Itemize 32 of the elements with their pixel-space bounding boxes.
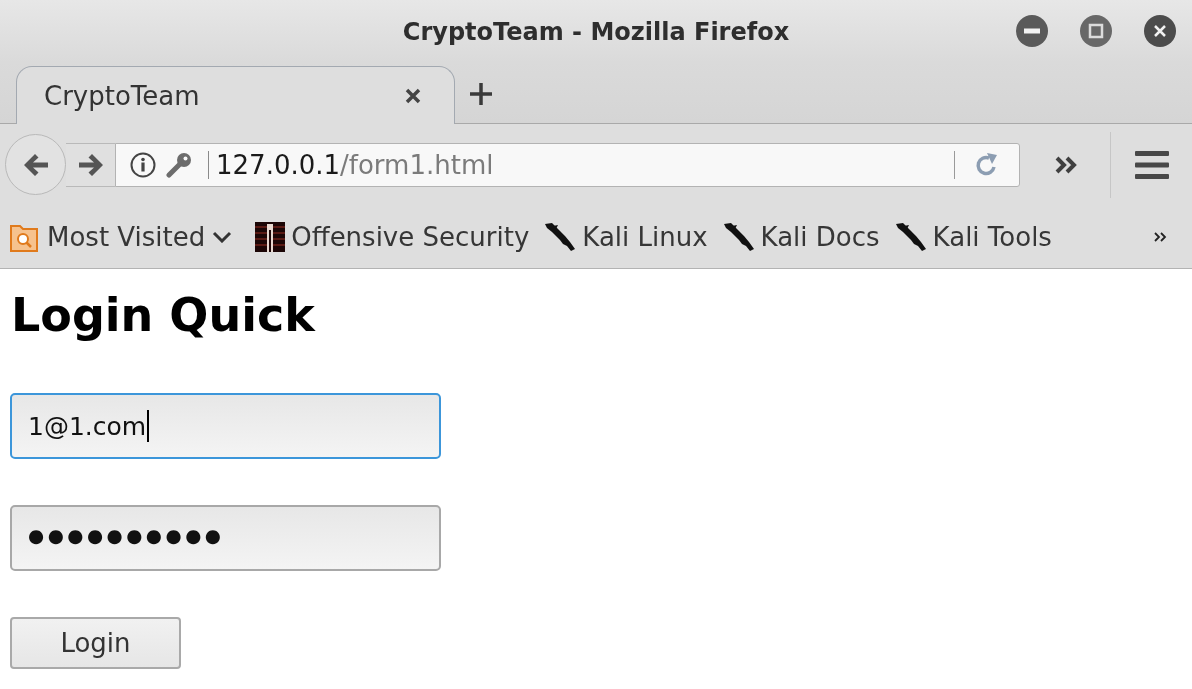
page-heading: Login Quick [11, 289, 315, 342]
reload-icon[interactable] [975, 152, 999, 177]
password-field[interactable]: ●●●●●●●●●● [10, 505, 441, 571]
blade-icon [544, 221, 577, 252]
url-field[interactable]: 127.0.0.1/form1.html [115, 142, 1020, 187]
bookmark-item[interactable]: Most Visited [10, 221, 233, 252]
forward-button[interactable] [66, 142, 115, 187]
double-chevron-icon[interactable] [1154, 231, 1167, 242]
minimize-icon[interactable] [1016, 15, 1048, 47]
url-text: 127.0.0.1/form1.html [216, 149, 495, 180]
plus-icon[interactable] [469, 82, 493, 106]
close-icon[interactable] [1144, 15, 1176, 47]
chevron-down-icon [212, 230, 233, 243]
bookmark-item[interactable]: Kali Tools [894, 221, 1052, 252]
login-button[interactable]: Login [10, 617, 181, 669]
key-icon[interactable] [166, 151, 192, 178]
bookmark-item[interactable]: Offensive Security [255, 221, 530, 252]
blade-icon [894, 221, 927, 252]
window-title: CryptoTeam - Mozilla Firefox [402, 18, 790, 46]
menu-icon[interactable] [1135, 150, 1169, 179]
double-chevron-icon[interactable] [1055, 155, 1079, 174]
close-icon[interactable] [405, 87, 421, 104]
email-field[interactable]: 1@1.com [10, 393, 441, 459]
striped-tile-icon [255, 221, 286, 252]
arrow-left-icon [22, 152, 49, 177]
arrow-right-icon [77, 152, 104, 177]
maximize-icon[interactable] [1080, 15, 1112, 47]
blade-icon [722, 221, 755, 252]
bookmark-item[interactable]: Kali Docs [722, 221, 880, 252]
info-icon[interactable] [130, 151, 156, 178]
bookmark-item[interactable]: Kali Linux [544, 221, 708, 252]
browser-tab[interactable]: CryptoTeam [16, 66, 455, 124]
